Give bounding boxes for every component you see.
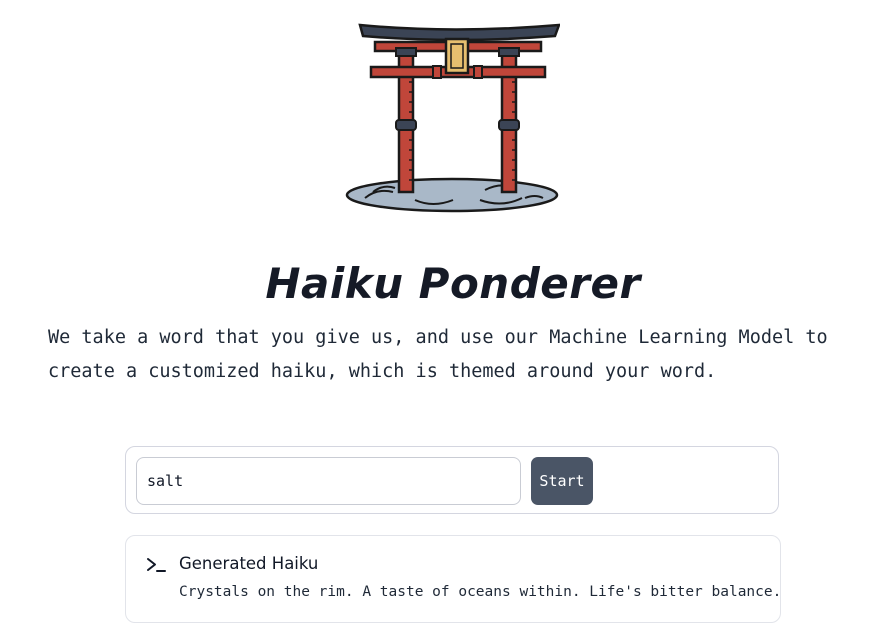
generated-haiku-card: Generated Haiku Crystals on the rim. A t…	[125, 535, 781, 623]
generated-haiku-text: Crystals on the rim. A taste of oceans w…	[179, 584, 782, 600]
output-title: Generated Haiku	[179, 554, 319, 573]
intro-description: We take a word that you give us, and use…	[48, 327, 828, 382]
torii-gate-icon	[345, 23, 560, 213]
page-title: Haiku Ponderer	[265, 259, 641, 308]
word-input-card: Start	[125, 446, 779, 514]
word-input[interactable]	[136, 457, 521, 505]
start-button[interactable]: Start	[531, 457, 593, 505]
terminal-icon	[147, 558, 166, 572]
